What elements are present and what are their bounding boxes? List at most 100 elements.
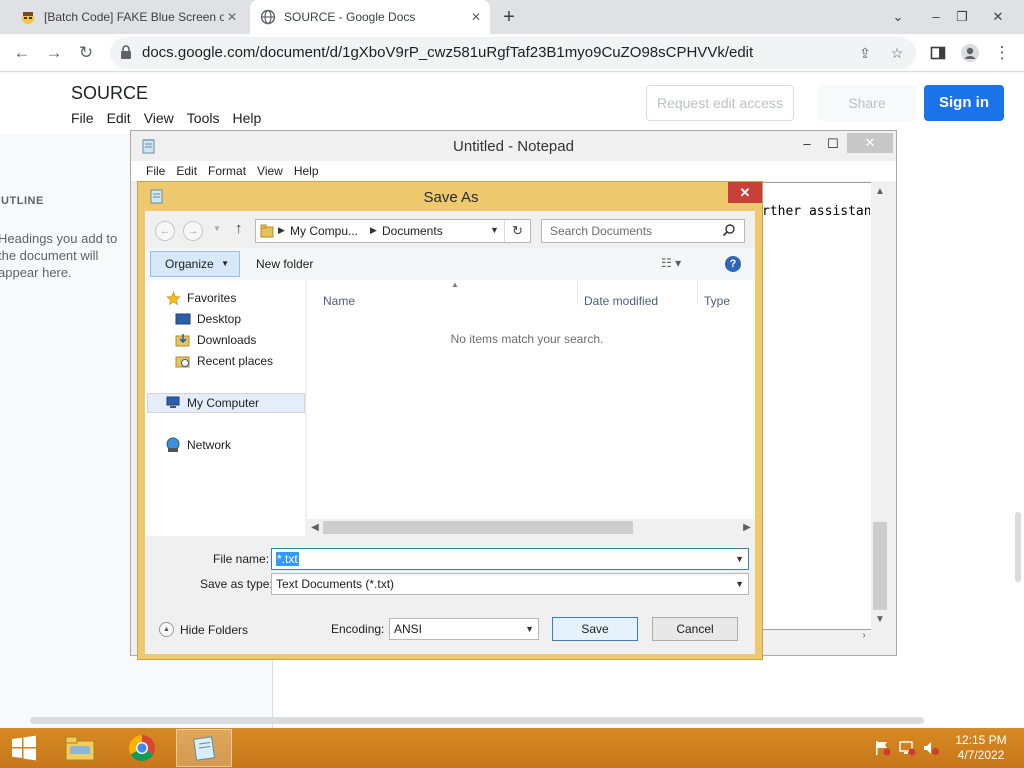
file-name-field[interactable]: *.txt ▼ <box>271 548 749 570</box>
back-arrow-icon[interactable]: ← <box>8 39 36 67</box>
chevron-down-icon[interactable]: ▼ <box>490 225 499 235</box>
encoding-label: Encoding: <box>331 622 385 636</box>
docs-menu-tools[interactable]: Tools <box>187 110 220 126</box>
more-menu-icon[interactable]: ⋮ <box>988 39 1016 67</box>
close-tab-icon[interactable]: ✕ <box>468 9 484 25</box>
profile-avatar-icon[interactable] <box>956 39 984 67</box>
folder-icon <box>260 224 274 241</box>
notepad-menu-file[interactable]: File <box>146 164 165 178</box>
tree-item-label: Desktop <box>197 312 242 326</box>
file-list[interactable]: ▲ Name Date modified Type No items match… <box>307 280 755 536</box>
hide-folders-button[interactable]: ▲ Hide Folders <box>159 622 248 637</box>
docs-menu-view[interactable]: View <box>144 110 174 126</box>
notepad-vertical-scrollbar[interactable]: ▲ ▼ <box>871 182 889 631</box>
tab-batch-code[interactable]: [Batch Code] FAKE Blue Screen of ✕ <box>12 0 246 34</box>
back-arrow-icon[interactable]: ← <box>155 221 175 241</box>
docs-menu-edit[interactable]: Edit <box>107 110 131 126</box>
scrollbar-thumb[interactable] <box>873 522 887 610</box>
save-button[interactable]: Save <box>552 617 638 641</box>
address-breadcrumb[interactable]: ▶ My Compu... ▶ Documents ▼ ↻ <box>255 219 531 243</box>
share-button[interactable]: Share <box>818 85 916 121</box>
network-icon <box>165 437 181 453</box>
close-window-icon[interactable]: ✕ <box>980 0 1016 34</box>
bookmark-star-icon[interactable]: ☆ <box>888 44 906 62</box>
chevron-down-icon: ▼ <box>221 259 229 268</box>
share-page-icon[interactable]: ⇪ <box>856 44 874 62</box>
tree-item-network[interactable]: Network <box>165 435 323 455</box>
tree-item-label: Recent places <box>197 354 274 368</box>
docs-menu-file[interactable]: File <box>71 110 94 126</box>
taskbar-clock[interactable]: 12:15 PM 4/7/2022 <box>944 733 1018 763</box>
close-icon[interactable]: ✕ <box>728 182 762 203</box>
notepad-taskbar-button[interactable] <box>176 729 232 767</box>
notepad-menu-help[interactable]: Help <box>294 164 319 178</box>
notepad-menu-edit[interactable]: Edit <box>176 164 197 178</box>
file-explorer-icon <box>65 736 95 761</box>
recent-locations-chevron-icon[interactable]: ▼ <box>213 224 221 233</box>
network-status-icon[interactable] <box>898 740 916 756</box>
column-header-type[interactable]: Type <box>704 294 730 308</box>
chevron-up-icon: ▲ <box>159 622 174 637</box>
start-button[interactable] <box>0 728 48 768</box>
breadcrumb-documents[interactable]: Documents <box>382 224 443 238</box>
save-as-type-select[interactable]: Text Documents (*.txt) ▼ <box>271 573 749 595</box>
volume-muted-icon[interactable] <box>922 740 940 756</box>
browser-tab-strip: [Batch Code] FAKE Blue Screen of ✕ SOURC… <box>0 0 1024 34</box>
breadcrumb-my-computer[interactable]: My Compu... <box>290 224 358 238</box>
clock-time: 12:15 PM <box>955 733 1007 747</box>
notepad-menu-format[interactable]: Format <box>208 164 246 178</box>
view-options-icon[interactable]: ☷ ▾ <box>661 256 681 270</box>
scroll-right-icon[interactable]: ▶ <box>739 519 755 536</box>
close-tab-icon[interactable]: ✕ <box>224 9 240 25</box>
sign-in-button[interactable]: Sign in <box>924 85 1004 121</box>
address-bar[interactable]: docs.google.com/document/d/1gXboV9rP_cwz… <box>110 37 916 69</box>
minimize-icon[interactable]: – <box>794 133 820 155</box>
file-explorer-taskbar-button[interactable] <box>52 729 108 767</box>
cancel-button[interactable]: Cancel <box>652 617 738 641</box>
browser-toolbar: ← → ↻ docs.google.com/document/d/1gXboV9… <box>0 34 1024 72</box>
refresh-icon[interactable]: ↻ <box>504 220 530 242</box>
request-edit-access-button[interactable]: Request edit access <box>646 85 794 121</box>
tree-item-favorites[interactable]: Favorites <box>165 288 323 308</box>
outline-title: OUTLINE <box>0 195 44 207</box>
notepad-menu-bar: File Edit Format View Help <box>131 161 896 181</box>
chevron-down-icon[interactable]: ▼ <box>735 554 744 564</box>
search-input[interactable]: Search Documents <box>541 219 745 243</box>
maximize-icon[interactable]: ☐ <box>820 133 846 155</box>
file-list-horizontal-scrollbar[interactable]: ◀ ▶ <box>307 519 755 536</box>
column-header-date-modified[interactable]: Date modified <box>584 294 658 308</box>
tree-item-label: Downloads <box>197 333 257 347</box>
navigation-tree: Favorites Desktop Downloads Recent place… <box>145 280 305 536</box>
scroll-right-icon[interactable]: › <box>855 628 873 644</box>
forward-arrow-icon[interactable]: → <box>183 221 203 241</box>
tree-item-my-computer[interactable]: My Computer <box>147 393 305 413</box>
forward-arrow-icon[interactable]: → <box>40 39 68 67</box>
restore-icon[interactable]: ❐ <box>944 0 980 34</box>
reload-icon[interactable]: ↻ <box>72 39 100 67</box>
page-horizontal-scrollbar[interactable] <box>30 717 924 724</box>
tab-google-docs[interactable]: SOURCE - Google Docs ✕ <box>250 0 490 34</box>
tree-item-label: My Computer <box>187 396 260 410</box>
action-center-flag-icon[interactable] <box>874 740 892 756</box>
docs-header: SOURCE File Edit View Tools Help Request… <box>0 73 1024 135</box>
scrollbar-thumb[interactable] <box>323 521 633 534</box>
scroll-down-icon[interactable]: ▼ <box>871 612 889 628</box>
docs-menu-help[interactable]: Help <box>232 110 261 126</box>
file-name-label: File name: <box>213 552 270 566</box>
help-icon[interactable]: ? <box>725 256 741 272</box>
chrome-taskbar-button[interactable] <box>114 729 170 767</box>
close-icon[interactable]: ✕ <box>847 133 893 153</box>
column-header-name[interactable]: Name <box>323 294 355 308</box>
organize-button[interactable]: Organize ▼ <box>150 251 240 277</box>
side-panel-icon[interactable] <box>924 39 952 67</box>
notepad-menu-view[interactable]: View <box>257 164 283 178</box>
notepad-titlebar[interactable]: Untitled - Notepad – ☐ ✕ <box>131 131 896 161</box>
scroll-left-icon[interactable]: ◀ <box>307 519 323 536</box>
page-vertical-scrollbar[interactable] <box>1015 512 1021 582</box>
new-tab-button[interactable]: + <box>498 6 520 28</box>
new-folder-button[interactable]: New folder <box>256 257 313 271</box>
scroll-up-icon[interactable]: ▲ <box>871 184 889 200</box>
up-arrow-icon[interactable]: ↑ <box>235 220 243 237</box>
tab-search-chevron-icon[interactable]: ⌄ <box>880 0 916 34</box>
encoding-select[interactable]: ANSI ▼ <box>389 618 539 640</box>
